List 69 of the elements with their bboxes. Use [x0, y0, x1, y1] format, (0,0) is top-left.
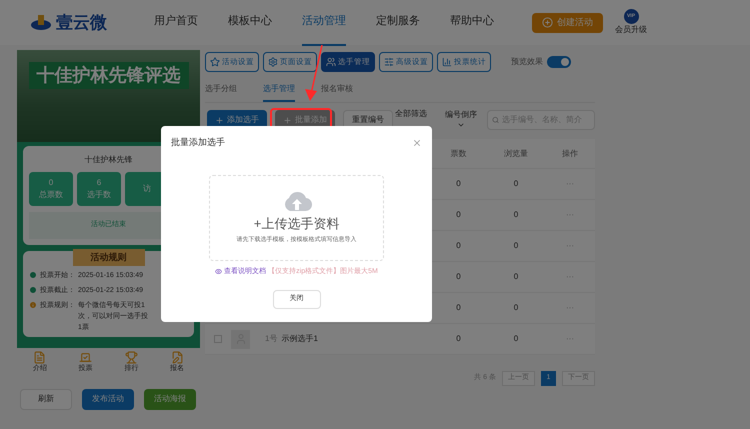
- plus-icon: [283, 116, 292, 124]
- sub-tab[interactable]: 选手分组: [205, 83, 237, 102]
- more-actions-button[interactable]: ···: [545, 333, 595, 345]
- plus-icon: [215, 116, 224, 124]
- views-cell-text: 0: [512, 333, 520, 345]
- nav-link[interactable]: 模板中心: [228, 0, 272, 46]
- stat-label: 选手数: [87, 189, 111, 201]
- preview-toggle[interactable]: [547, 56, 571, 68]
- rules-heading: 活动规则: [72, 248, 144, 266]
- stat-label: 总票数: [39, 189, 63, 201]
- views-cell-text: 0: [512, 240, 520, 252]
- action-button[interactable]: 刷新: [20, 388, 72, 410]
- info-icon: [29, 301, 37, 309]
- logo-icon: [30, 12, 52, 32]
- votes-cell-text: 0: [455, 178, 462, 190]
- contestant-name: 示例选手1: [281, 333, 318, 345]
- more-actions-button[interactable]: ···: [545, 271, 595, 283]
- views-cell-text: 0: [512, 302, 520, 314]
- nav-link[interactable]: 用户首页: [154, 0, 198, 46]
- dialog-title: 批量添加选手: [171, 136, 225, 149]
- bar-chart-icon: [442, 57, 452, 67]
- views-cell-text: 0: [512, 271, 520, 283]
- more-actions-button[interactable]: ···: [545, 240, 595, 252]
- votes-cell-text: 0: [455, 333, 462, 345]
- votes-cell-text: 0: [455, 271, 462, 283]
- votes-cell-text: 0: [455, 240, 462, 252]
- views-cell-text: 0: [512, 209, 520, 221]
- ballot-box-icon: [79, 351, 92, 364]
- upload-title: +上传选手资料: [254, 214, 340, 233]
- sub-tab[interactable]: 选手管理: [263, 83, 295, 102]
- votes-cell-text: 0: [455, 209, 462, 221]
- panel-subtitle: 十佳护林先锋: [84, 154, 132, 166]
- gear-icon: [268, 57, 278, 67]
- preview-toggle-label: 预览效果: [511, 56, 543, 68]
- banner-title: 十佳护林先锋评选: [28, 62, 188, 89]
- nav-link[interactable]: 活动管理: [302, 0, 346, 46]
- sort-dropdown[interactable]: 编号倒序: [445, 109, 477, 129]
- plus-circle-icon: [542, 17, 553, 28]
- column-header: 票数: [450, 148, 468, 160]
- users-icon: [326, 57, 336, 67]
- more-actions-button[interactable]: ···: [545, 209, 595, 221]
- sliders-icon: [384, 57, 394, 67]
- logo-text: 壹云微: [56, 12, 107, 34]
- nav-link[interactable]: 帮助中心: [450, 0, 494, 46]
- column-header: 浏览量: [503, 148, 529, 160]
- nav-link[interactable]: 定制服务: [376, 0, 420, 46]
- form-icon: [170, 351, 184, 364]
- close-icon[interactable]: [412, 138, 422, 148]
- create-activity-button[interactable]: 创建活动: [532, 12, 603, 32]
- chevron-down-icon: [457, 121, 465, 129]
- document-icon: [33, 351, 46, 364]
- views-cell-text: 0: [512, 178, 520, 190]
- action-button[interactable]: 活动海报: [144, 388, 196, 410]
- stat-label: 访: [143, 183, 151, 195]
- filter-dropdown[interactable]: 全部筛选: [395, 108, 427, 120]
- more-actions-button[interactable]: ···: [545, 302, 595, 314]
- sub-tab[interactable]: 报名审核: [321, 83, 353, 102]
- column-header: 操作: [561, 148, 579, 160]
- eye-icon: [215, 268, 222, 276]
- vip-upgrade-label[interactable]: 会员升级: [615, 24, 647, 36]
- more-actions-button[interactable]: ···: [545, 178, 595, 190]
- search-icon: [492, 116, 500, 124]
- star-icon: [210, 57, 220, 67]
- stat-value: 0: [48, 177, 54, 189]
- votes-cell-text: 0: [455, 302, 462, 314]
- trophy-icon: [124, 351, 138, 364]
- row-checkbox[interactable]: [214, 335, 222, 343]
- action-button[interactable]: 发布活动: [82, 388, 134, 410]
- stat-value: 6: [96, 177, 102, 189]
